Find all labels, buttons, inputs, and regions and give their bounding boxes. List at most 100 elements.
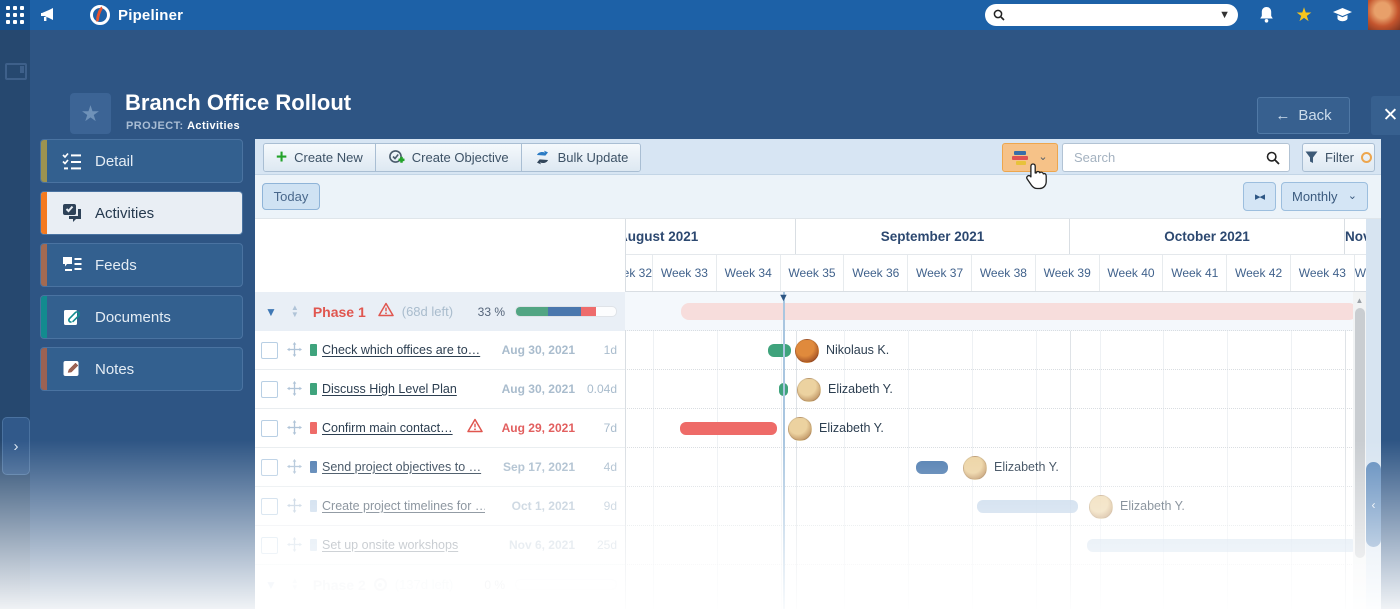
- assignee-avatar[interactable]: [963, 456, 987, 480]
- task-checkbox[interactable]: [261, 537, 278, 554]
- chevron-down-icon: ⌄: [1348, 191, 1357, 202]
- gantt-search-box[interactable]: [1062, 143, 1290, 172]
- back-arrow-icon: ←: [1275, 107, 1290, 124]
- create-new-button[interactable]: + Create New: [264, 144, 376, 171]
- chevron-left-icon: ‹: [1372, 498, 1376, 512]
- expand-collapse-icon[interactable]: ▼: [265, 305, 277, 319]
- task-color-marker: [310, 500, 317, 512]
- move-handle-icon[interactable]: [287, 420, 303, 436]
- phase-gantt-bar[interactable]: [681, 303, 1354, 320]
- task-name-link[interactable]: Send project objectives to …: [322, 460, 485, 474]
- task-checkbox[interactable]: [261, 420, 278, 437]
- create-objective-button[interactable]: Create Objective: [376, 144, 522, 171]
- task-checkbox[interactable]: [261, 342, 278, 359]
- sidebar-item-detail[interactable]: Detail: [40, 139, 243, 183]
- task-duration: 9d: [575, 499, 617, 513]
- week-header-cell: Week 35: [781, 255, 845, 291]
- global-search-input[interactable]: [1011, 7, 1213, 23]
- filter-button[interactable]: Filter: [1302, 143, 1375, 172]
- graduation-cap-icon: [1332, 7, 1353, 23]
- close-button[interactable]: ✕: [1371, 96, 1400, 135]
- assignee-avatar[interactable]: [795, 339, 819, 363]
- phase-days-left: (137d left): [395, 577, 454, 592]
- task-gantt-bar[interactable]: [1087, 539, 1354, 552]
- user-avatar[interactable]: [1368, 0, 1400, 30]
- week-header-cell: Week 44: [1355, 255, 1366, 291]
- assignee-avatar[interactable]: [1089, 495, 1113, 519]
- collapse-panel-icon[interactable]: [5, 63, 27, 80]
- open-right-panel-button[interactable]: ‹: [1366, 462, 1381, 547]
- week-label: Week 38: [980, 266, 1027, 280]
- task-gantt-bar[interactable]: [977, 500, 1078, 513]
- bulk-update-button[interactable]: Bulk Update: [522, 144, 641, 171]
- project-favorite-button[interactable]: ★: [70, 93, 111, 134]
- move-handle-icon[interactable]: [287, 459, 303, 475]
- assignee-name: Nikolaus K.: [826, 343, 889, 357]
- task-name-link[interactable]: Confirm main contact…: [322, 421, 463, 435]
- task-name-link[interactable]: Discuss High Level Plan: [322, 382, 485, 396]
- task-gantt-bar[interactable]: [768, 344, 791, 357]
- sidebar-item-activities[interactable]: Activities: [40, 191, 243, 235]
- task-checkbox[interactable]: [261, 498, 278, 515]
- brand-name: Pipeliner: [118, 7, 183, 24]
- toolbar-button-group: + Create New Create Objective Bulk Updat…: [263, 143, 641, 172]
- move-handle-icon[interactable]: [287, 498, 303, 514]
- today-button[interactable]: Today: [262, 183, 320, 210]
- documents-icon: [61, 306, 83, 328]
- notes-icon: [61, 358, 83, 380]
- academy-button[interactable]: [1324, 0, 1360, 30]
- create-new-label: Create New: [294, 150, 363, 165]
- brand-logo[interactable]: Pipeliner: [90, 3, 183, 27]
- global-search-box[interactable]: ▼: [985, 4, 1238, 26]
- task-checkbox[interactable]: [261, 459, 278, 476]
- favorites-button[interactable]: ★: [1286, 0, 1322, 30]
- task-due-date: Nov 6, 2021: [485, 538, 575, 552]
- expand-collapse-icon[interactable]: ▼: [265, 578, 277, 592]
- task-color-marker: [310, 461, 317, 473]
- phase-name[interactable]: Phase 1: [313, 304, 366, 320]
- move-handle-icon[interactable]: [287, 537, 303, 553]
- close-icon: ✕: [1383, 104, 1399, 127]
- gantt-task-row: [625, 526, 1354, 565]
- week-header-cell: Week 36: [844, 255, 908, 291]
- scroll-up-icon[interactable]: ▲: [1353, 294, 1366, 306]
- task-due-date: Aug 29, 2021: [485, 421, 575, 435]
- task-name-link[interactable]: Create project timelines for …: [322, 499, 485, 513]
- month-label: November 2021: [1345, 229, 1366, 244]
- star-icon: ★: [81, 101, 101, 127]
- expand-sidebar-button[interactable]: ›: [2, 417, 30, 475]
- back-button[interactable]: ← Back: [1257, 97, 1350, 134]
- search-caret-icon[interactable]: ▼: [1219, 10, 1230, 21]
- task-gantt-bar[interactable]: [680, 422, 777, 435]
- today-marker-icon: ▼: [778, 293, 789, 304]
- sidebar-item-documents[interactable]: Documents: [40, 295, 243, 339]
- notifications-button[interactable]: [1248, 0, 1284, 30]
- gantt-view-style-dropdown[interactable]: ⌄: [1002, 143, 1058, 172]
- week-label: Week 36: [852, 266, 899, 280]
- task-checkbox[interactable]: [261, 381, 278, 398]
- assignee-avatar[interactable]: [797, 378, 821, 402]
- announcements-button[interactable]: [36, 3, 62, 27]
- activities-panel: + Create New Create Objective Bulk Updat…: [255, 139, 1381, 609]
- week-label: Week 37: [916, 266, 963, 280]
- assignee-avatar[interactable]: [788, 417, 812, 441]
- gantt-task-row: Nikolaus K.: [625, 331, 1354, 370]
- collapse-columns-button[interactable]: ▸◂: [1243, 182, 1276, 211]
- sidebar-item-feeds[interactable]: Feeds: [40, 243, 243, 287]
- task-list-row: Discuss High Level PlanAug 30, 20210.04d: [255, 370, 625, 409]
- gantt-search-input[interactable]: [1072, 149, 1266, 166]
- move-handle-icon[interactable]: [287, 381, 303, 397]
- phase-name[interactable]: Phase 2: [313, 577, 366, 593]
- sidebar-item-notes[interactable]: Notes: [40, 347, 243, 391]
- move-handle-icon[interactable]: [287, 342, 303, 358]
- timescale-select[interactable]: Monthly ⌄: [1281, 182, 1368, 211]
- app-grid-button[interactable]: [0, 0, 30, 30]
- task-gantt-bar[interactable]: [916, 461, 948, 474]
- week-header-cell: Week 38: [972, 255, 1036, 291]
- scrollbar-thumb[interactable]: [1355, 308, 1365, 558]
- task-name-link[interactable]: Check which offices are to…: [322, 343, 485, 357]
- week-header-cell: Week 39: [1036, 255, 1100, 291]
- drag-handle-icon[interactable]: ▲▼: [291, 578, 299, 591]
- drag-handle-icon[interactable]: ▲▼: [291, 305, 299, 318]
- task-name-link[interactable]: Set up onsite workshops: [322, 538, 485, 552]
